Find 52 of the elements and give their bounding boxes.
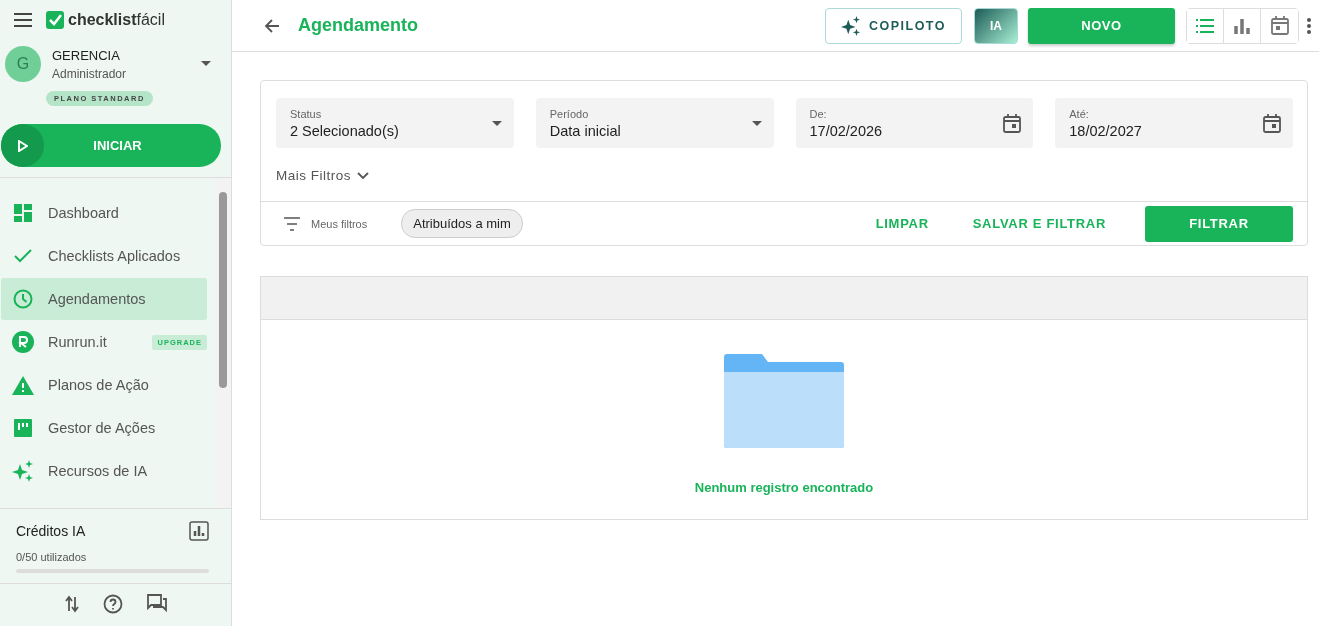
dropdown-icon[interactable] [201,61,211,67]
bar-chart-icon [1234,17,1250,34]
chat-icon[interactable] [146,594,167,614]
scrollbar[interactable] [215,178,231,508]
help-icon[interactable] [102,594,123,614]
nav-item[interactable]: Recursos de IA [1,450,207,492]
credits-title: Créditos IA [16,523,86,539]
credits-usage: 0/50 utilizados [16,551,88,563]
more-options-icon[interactable] [1307,17,1311,34]
play-icon [1,124,44,167]
calendar-icon [1263,113,1281,133]
calendar-icon [1003,113,1022,133]
sort-icon[interactable] [64,595,79,613]
sparkle-icon [12,460,34,482]
user-role: Administrador [52,66,128,81]
nav-item[interactable]: Planos de Ação [1,364,207,406]
more-filters-toggle[interactable]: Mais Filtros [276,168,369,183]
r-logo-icon [12,331,34,353]
date-field[interactable]: De: 17/02/2026 [795,98,1034,148]
calendar-icon [1270,16,1289,35]
nav-item[interactable]: Gestor de Ações [1,407,207,449]
list-icon [1196,18,1214,33]
chart-icon[interactable] [189,521,209,541]
board-icon [14,419,32,437]
check-icon [14,249,32,263]
filter-chip[interactable]: Atribuídos a mim [401,209,523,238]
dropdown-icon [491,120,502,126]
sparkle-icon [840,15,861,36]
nav-item[interactable]: Checklists Aplicados [1,235,207,277]
chevron-down-icon [357,171,369,180]
copilot-button[interactable]: COPILOTO [824,7,962,44]
menu-icon[interactable] [14,13,32,27]
nav-item[interactable]: Agendamentos [1,278,207,320]
date-field[interactable]: Até: 18/02/2027 [1055,98,1293,148]
back-arrow-icon[interactable] [264,17,280,34]
select-field[interactable]: Status 2 Selecionado(s) [276,98,514,148]
clock-icon [13,289,33,309]
dropdown-icon [751,120,762,126]
brand-name: checklistfácil [68,11,165,29]
warning-icon [12,375,34,395]
dashboard-icon [14,204,32,222]
page-title: Agendamento [298,15,418,36]
my-filters-label: Meus filtros [311,217,368,230]
user-name: GERENCIA [52,47,121,63]
view-toggle[interactable] [1187,8,1224,43]
avatar: G [5,46,41,82]
folder-icon [724,354,844,448]
logo-icon [46,11,64,29]
select-field[interactable]: Período Data inicial [535,98,774,148]
nav-item[interactable]: Dashboard [1,192,207,234]
filter-icon[interactable] [283,216,301,231]
empty-message: Nenhum registro encontrado [694,480,874,495]
